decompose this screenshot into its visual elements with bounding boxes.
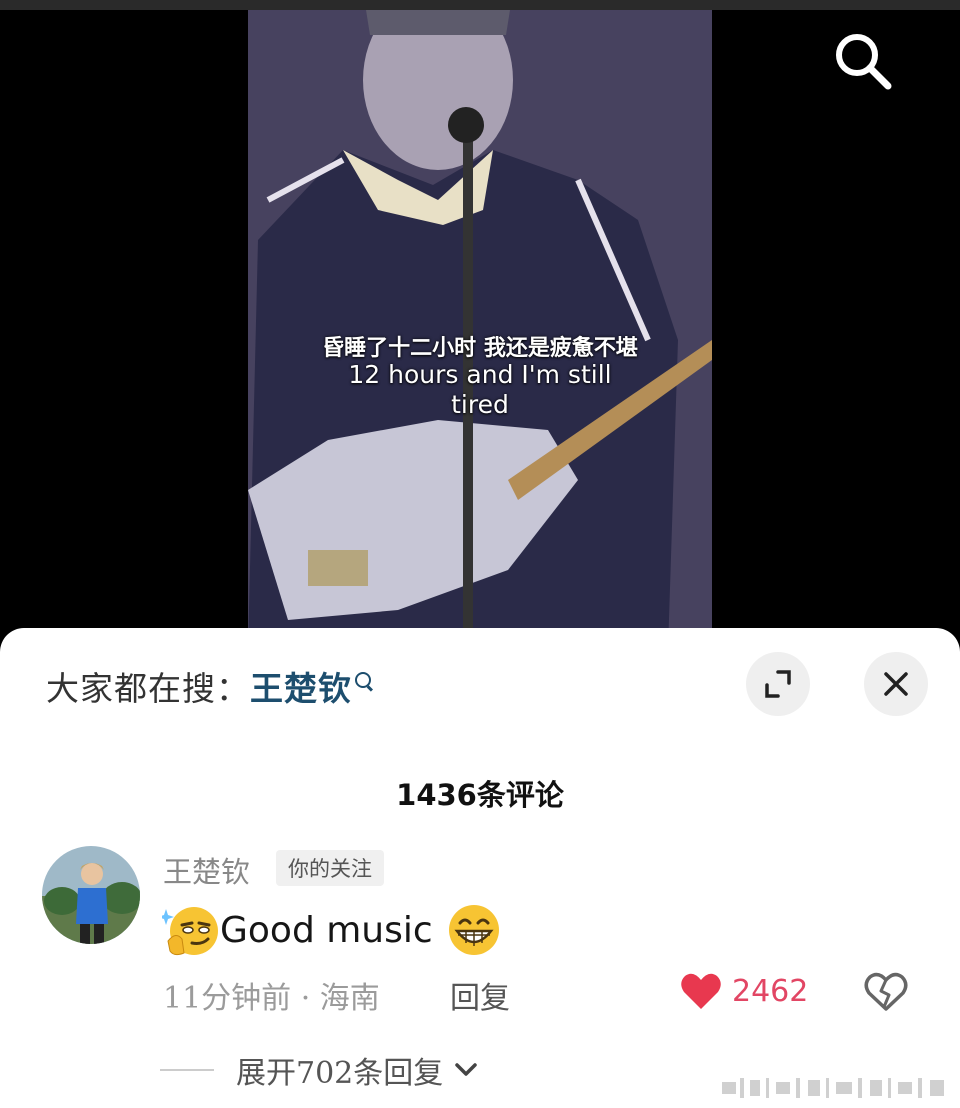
search-suggestion: 大家都在搜：王楚钦 bbox=[46, 662, 371, 710]
search-suggestion-prefix: 大家都在搜： bbox=[46, 669, 250, 708]
expand-icon bbox=[765, 670, 791, 698]
comment-text: Good music bbox=[220, 909, 433, 951]
search-button[interactable] bbox=[830, 28, 894, 92]
search-mini-icon bbox=[355, 672, 371, 688]
chevron-down-icon bbox=[455, 1063, 478, 1076]
comments-sheet: 大家都在搜：王楚钦 1436条评论 王楚钦 你的关注 Good music 11… bbox=[0, 628, 960, 1108]
dislike-button[interactable] bbox=[864, 971, 908, 1017]
comment-meta: 11分钟前 · 海南 bbox=[163, 981, 380, 1016]
close-button[interactable] bbox=[864, 652, 928, 716]
expand-replies[interactable]: 展开702条回复 bbox=[160, 1048, 481, 1092]
comment-username[interactable]: 王楚钦 bbox=[163, 849, 250, 891]
comment-count: 1436条评论 bbox=[396, 778, 564, 812]
broken-heart-icon bbox=[864, 972, 908, 1011]
like-count: 2462 bbox=[732, 973, 809, 1009]
heart-icon bbox=[681, 973, 721, 1009]
video-subtitle-chinese: 昏睡了十二小时 我还是疲惫不堪 bbox=[322, 336, 638, 361]
avatar-image bbox=[42, 846, 140, 944]
close-icon bbox=[884, 672, 908, 696]
replies-divider bbox=[160, 1069, 214, 1071]
search-suggestion-term[interactable]: 王楚钦 bbox=[250, 669, 352, 708]
comment-body: Good music bbox=[158, 900, 503, 960]
following-badge: 你的关注 bbox=[276, 850, 384, 886]
expand-button[interactable] bbox=[746, 652, 810, 716]
status-strip bbox=[0, 0, 960, 10]
reply-button[interactable]: 回复 bbox=[450, 973, 510, 1017]
expand-replies-label: 展开702条回复 bbox=[236, 1056, 444, 1091]
smirk-emoji-icon bbox=[158, 901, 220, 959]
like-button[interactable]: 2462 bbox=[680, 971, 808, 1011]
video-subtitle-english: 12 hours and I'm still tired bbox=[348, 360, 612, 419]
search-icon bbox=[836, 34, 892, 90]
grin-emoji-icon bbox=[445, 901, 503, 959]
video-player[interactable]: 昏睡了十二小时 我还是疲惫不堪 12 hours and I'm still t… bbox=[248, 10, 712, 650]
avatar[interactable] bbox=[42, 846, 140, 944]
watermark bbox=[722, 1078, 944, 1098]
